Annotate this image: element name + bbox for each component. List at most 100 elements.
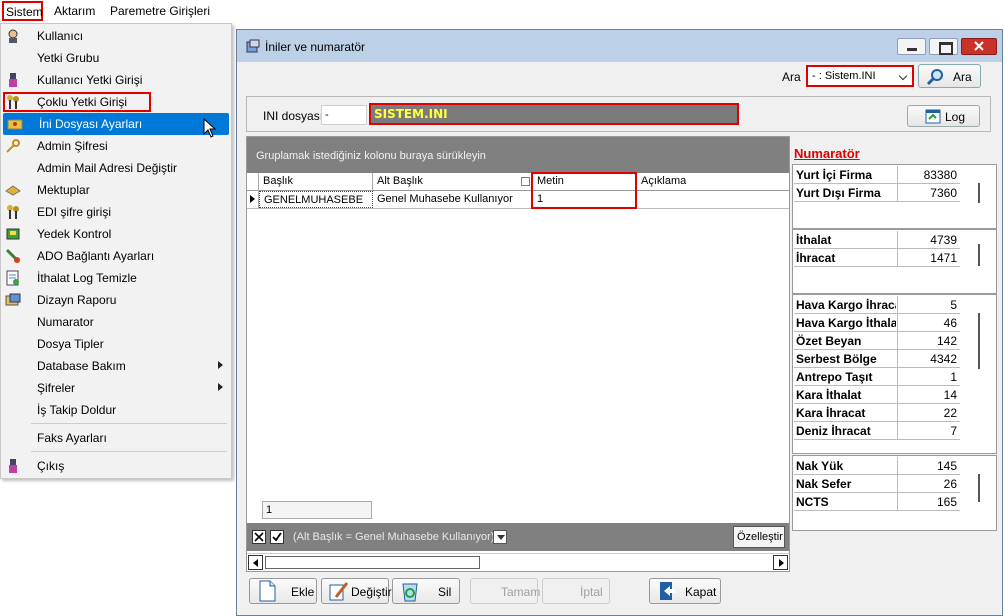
numarator-row[interactable]: Deniz İhracat 7	[794, 422, 960, 440]
column-header-aciklama[interactable]: Açıklama	[637, 173, 789, 191]
edit-pencil-icon	[329, 582, 349, 601]
numarator-label: Özet Beyan	[796, 334, 862, 348]
menu-item-edi-sifre[interactable]: EDI şifre girişi	[1, 201, 231, 223]
filter-enable-checkbox[interactable]	[270, 530, 284, 544]
cell-aciklama[interactable]	[637, 191, 789, 208]
numarator-row[interactable]: Özet Beyan 142	[794, 332, 960, 350]
menu-item-sifreler[interactable]: Şifreler	[1, 377, 231, 399]
menu-item-admin-sifresi[interactable]: Admin Şifresi	[1, 135, 231, 157]
ini-dash-field[interactable]: -	[321, 105, 367, 125]
filter-icon[interactable]	[521, 177, 530, 186]
scroll-right-button[interactable]	[773, 555, 788, 570]
menu-item-is-takip-doldur[interactable]: İş Takip Doldur	[1, 399, 231, 421]
menu-item-admin-mail[interactable]: Admin Mail Adresi Değiştir	[1, 157, 231, 179]
numarator-value: 26	[897, 475, 960, 492]
exit-icon	[9, 459, 17, 473]
customize-button[interactable]: Özelleştir	[733, 526, 785, 548]
horizontal-scrollbar[interactable]	[247, 553, 789, 570]
scroll-left-button[interactable]	[248, 555, 263, 570]
connection-icon	[5, 248, 21, 264]
numarator-value: 142	[897, 332, 960, 349]
menu-item-label: İthalat Log Temizle	[37, 271, 137, 285]
numarator-row[interactable]: Yurt İçi Firma 83380	[794, 166, 960, 184]
menu-item-database-bakim[interactable]: Database Bakım	[1, 355, 231, 377]
numarator-row[interactable]: Kara İhracat 22	[794, 404, 960, 422]
search-label: Ara	[782, 70, 801, 84]
numarator-row[interactable]: NCTS 165	[794, 493, 960, 511]
menu-item-label: Çıkış	[37, 459, 65, 473]
menu-item-yedek-kontrol[interactable]: Yedek Kontrol	[1, 223, 231, 245]
numarator-row[interactable]: Yurt Dışı Firma 7360	[794, 184, 960, 202]
menu-item-dizayn-raporu[interactable]: Dizayn Raporu	[1, 289, 231, 311]
menu-item-ado-baglanti[interactable]: ADO Bağlantı Ayarları	[1, 245, 231, 267]
menu-item-faks-ayarlari[interactable]: Faks Ayarları	[1, 427, 231, 449]
filter-history-dropdown[interactable]	[493, 530, 507, 544]
numarator-row[interactable]: İhracat 1471	[794, 249, 960, 267]
menu-item-mektuplar[interactable]: Mektuplar	[1, 179, 231, 201]
vertical-scrollbar[interactable]	[978, 183, 980, 203]
numarator-row[interactable]: Nak Yük 145	[794, 457, 960, 475]
numarator-label: Kara İhracat	[796, 406, 866, 420]
menu-item-cikis[interactable]: Çıkış	[1, 455, 231, 477]
menu-sistem[interactable]: Sistem	[2, 1, 43, 21]
scroll-thumb[interactable]	[265, 556, 480, 569]
table-row[interactable]: GENELMUHASEBE Genel Muhasebe Kullanıyor …	[247, 191, 789, 209]
group-hint: Gruplamak istediğiniz kolonu buraya sürü…	[256, 150, 486, 162]
menu-item-kullanici-yetki-girisi[interactable]: Kullanıcı Yetki Girişi	[1, 69, 231, 91]
minimize-button[interactable]	[897, 38, 926, 55]
menu-item-numarator[interactable]: Numarator	[1, 311, 231, 333]
menu-item-label: ADO Bağlantı Ayarları	[37, 249, 155, 263]
edit-button[interactable]: Değiştir	[321, 578, 392, 604]
column-header-baslik[interactable]: Başlık	[259, 173, 373, 191]
cell-alt-baslik[interactable]: Genel Muhasebe Kullanıyor	[373, 191, 533, 208]
close-window-button-label: Kapat	[685, 585, 717, 599]
maximize-button[interactable]	[929, 38, 958, 55]
search-select-value: - : Sistem.INI	[812, 70, 876, 82]
numarator-row[interactable]: Nak Sefer 26	[794, 475, 960, 493]
menu-item-kullanici[interactable]: Kullanıcı	[1, 25, 231, 47]
search-button[interactable]: Ara	[918, 64, 981, 88]
menu-item-ithalat-log-temizle[interactable]: İthalat Log Temizle	[1, 267, 231, 289]
menu-item-label: Kullanıcı	[37, 29, 84, 43]
menu-aktarim[interactable]: Aktarım	[54, 4, 95, 18]
close-button[interactable]	[961, 38, 997, 55]
delete-button[interactable]: Sil	[392, 578, 460, 604]
numarator-row[interactable]: Antrepo Taşıt 1	[794, 368, 960, 386]
ini-panel: INI dosyası - SISTEM.INI Log	[246, 96, 991, 132]
add-button[interactable]: Ekle	[249, 578, 317, 604]
cell-baslik[interactable]: GENELMUHASEBE	[259, 191, 373, 208]
menu-item-label: Faks Ayarları	[37, 431, 107, 445]
cancel-button[interactable]: İptal	[542, 578, 610, 604]
numarator-row[interactable]: İthalat 4739	[794, 231, 960, 249]
ok-button[interactable]: Tamam	[470, 578, 540, 604]
menu-item-dosya-tipler[interactable]: Dosya Tipler	[1, 333, 231, 355]
search-select[interactable]: - : Sistem.INI	[806, 65, 914, 87]
numarator-row[interactable]: Hava Kargo İthalat 46	[794, 314, 960, 332]
data-grid: Gruplamak istediğiniz kolonu buraya sürü…	[246, 136, 790, 572]
submenu-arrow-icon	[218, 361, 223, 369]
close-window-button[interactable]: Kapat	[649, 578, 721, 604]
cancel-button-label: İptal	[580, 585, 603, 599]
column-header-alt-baslik[interactable]: Alt Başlık	[373, 173, 533, 191]
numarator-row[interactable]: Hava Kargo İhracat 5	[794, 296, 960, 314]
vertical-scrollbar[interactable]	[978, 313, 980, 369]
numarator-group-firma: Yurt İçi Firma 83380 Yurt Dışı Firma 736…	[792, 164, 997, 229]
window-app-icon	[246, 39, 260, 53]
vertical-scrollbar[interactable]	[978, 244, 980, 266]
group-by-panel[interactable]: Gruplamak istediğiniz kolonu buraya sürü…	[247, 137, 789, 173]
menu-parametre-girisleri[interactable]: Paremetre Girişleri	[110, 4, 210, 18]
numarator-label: NCTS	[796, 495, 829, 509]
row-indicator-icon	[247, 191, 259, 208]
ini-file-label: INI dosyası	[263, 109, 324, 123]
numarator-row[interactable]: Kara İthalat 14	[794, 386, 960, 404]
numarator-label: İthalat	[796, 233, 832, 247]
menu-item-ini-dosyasi-ayarlari[interactable]: İni Dosyası Ayarları	[3, 113, 229, 135]
numarator-title: Numaratör	[794, 146, 860, 161]
numarator-row[interactable]: Serbest Bölge 4342	[794, 350, 960, 368]
vertical-scrollbar[interactable]	[978, 474, 980, 502]
ini-file-icon	[7, 119, 23, 130]
window-titlebar[interactable]: İniler ve numaratör	[237, 30, 1002, 62]
menu-item-yetki-grubu[interactable]: Yetki Grubu	[1, 47, 231, 69]
log-button[interactable]: Log	[907, 105, 980, 127]
clear-filter-button[interactable]	[252, 530, 266, 544]
